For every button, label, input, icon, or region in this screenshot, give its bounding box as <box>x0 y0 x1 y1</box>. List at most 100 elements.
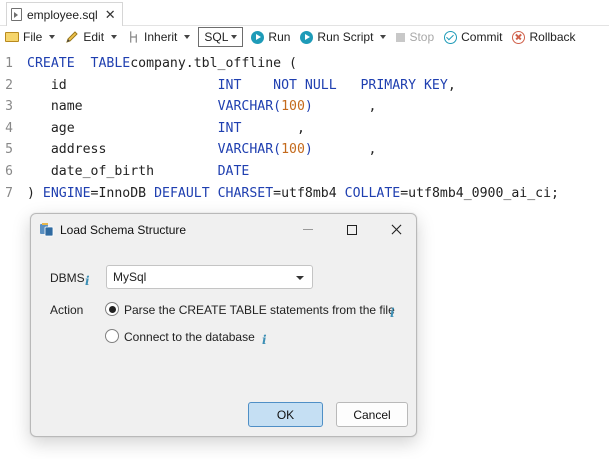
sql-text: address <box>27 142 218 158</box>
sql-dialect-label: SQL <box>204 30 229 44</box>
close-icon <box>391 224 401 235</box>
dialog-title-bar[interactable]: Load Schema Structure <box>31 214 416 245</box>
dbms-select[interactable]: MySql <box>106 265 313 289</box>
sql-number: 100 <box>281 99 305 115</box>
sql-text: id <box>27 77 218 93</box>
sql-keyword: VARCHAR( <box>217 99 282 115</box>
code-line[interactable]: 4 age INT , <box>0 118 609 139</box>
sql-keyword: COLLATE <box>344 185 401 201</box>
code-text: age INT , <box>27 118 305 139</box>
sql-text: ) <box>27 185 43 201</box>
chevron-down-icon <box>380 35 387 39</box>
dbms-selected-value: MySql <box>113 270 147 284</box>
load-schema-dialog: Load Schema Structure DBMS i MySql Actio… <box>30 213 417 437</box>
sql-keyword: ) <box>304 142 313 158</box>
code-line[interactable]: 3 name VARCHAR(100) , <box>0 96 609 117</box>
line-number: 5 <box>5 142 13 158</box>
run-script-label: Run Script <box>317 30 374 44</box>
sql-file-icon <box>11 8 22 21</box>
connect-db-radio[interactable] <box>105 329 119 343</box>
sql-text: =utf8mb4_0900_ai_ci; <box>400 185 559 201</box>
cancel-button[interactable]: Cancel <box>336 402 408 427</box>
connect-db-option-label[interactable]: Connect to the database <box>124 330 255 344</box>
sql-text: age <box>27 120 218 136</box>
code-line[interactable]: 6 date_of_birth DATE <box>0 161 609 182</box>
chevron-down-icon <box>49 35 56 39</box>
run-label: Run <box>268 30 291 44</box>
code-text: address VARCHAR(100) , <box>27 139 377 160</box>
sql-text: , <box>241 120 305 136</box>
close-button[interactable] <box>374 214 416 245</box>
sql-keyword: INT NOT NULL PRIMARY KEY <box>217 77 448 93</box>
line-number: 1 <box>5 56 13 71</box>
sql-text: company.tbl_offline ( <box>130 56 297 71</box>
stop-label: Stop <box>409 30 435 44</box>
edit-menu-button[interactable]: Edit <box>60 26 122 48</box>
maximize-button[interactable] <box>330 214 374 245</box>
run-script-button[interactable]: Run Script <box>295 26 391 48</box>
tab-title: employee.sql <box>27 7 98 22</box>
chevron-down-icon <box>111 35 118 39</box>
code-line[interactable]: 1 CREATE TABLEcompany.tbl_offline ( <box>0 53 609 74</box>
sql-text: name <box>27 99 218 115</box>
close-tab-icon[interactable]: ✕ <box>105 7 116 23</box>
line-number: 3 <box>5 99 13 115</box>
sql-keyword: ENGINE <box>42 185 91 201</box>
file-menu-button[interactable]: File <box>0 26 60 48</box>
line-number: 7 <box>5 185 13 201</box>
code-line[interactable]: 2 id INT NOT NULL PRIMARY KEY, <box>0 75 609 96</box>
sql-keyword: DATE <box>217 164 250 179</box>
sql-text: =InnoDB <box>90 185 155 201</box>
sql-keyword: INT <box>217 120 242 136</box>
file-menu-label: File <box>23 30 43 44</box>
sql-editor[interactable]: 1 CREATE TABLEcompany.tbl_offline (2 id I… <box>0 53 609 213</box>
line-number: 6 <box>5 164 13 179</box>
rollback-button[interactable]: Rollback <box>507 26 580 48</box>
sql-text: , <box>447 77 456 93</box>
play-icon <box>251 30 265 44</box>
tab-employee-sql[interactable]: employee.sql ✕ <box>6 2 123 26</box>
code-text: date_of_birth DATE <box>27 161 250 182</box>
sql-dialect-box[interactable]: SQL <box>198 27 244 47</box>
database-schema-icon <box>40 223 54 237</box>
dialog-title: Load Schema Structure <box>60 223 187 237</box>
stop-button[interactable]: Stop <box>391 26 439 48</box>
commit-button[interactable]: Commit <box>439 26 507 48</box>
sql-number: 100 <box>281 142 305 158</box>
editor-tab-bar: employee.sql ✕ <box>0 0 609 26</box>
action-label: Action <box>50 303 84 317</box>
check-circle-icon <box>444 30 458 44</box>
sql-text: date_of_birth <box>27 164 218 179</box>
edit-menu-label: Edit <box>83 30 105 44</box>
minimize-icon <box>303 229 313 230</box>
sql-keyword: VARCHAR( <box>217 142 282 158</box>
folder-icon <box>5 32 19 42</box>
parse-file-radio[interactable] <box>105 302 119 316</box>
connect-info-icon[interactable]: i <box>262 333 267 347</box>
sql-dialect-select[interactable]: SQL <box>195 26 246 48</box>
play-icon <box>300 30 314 44</box>
ok-button[interactable]: OK <box>248 402 323 427</box>
chevron-down-icon <box>184 35 191 39</box>
code-text: CREATE TABLEcompany.tbl_offline ( <box>27 53 297 74</box>
code-line[interactable]: 7 ) ENGINE=InnoDB DEFAULT CHARSET=utf8mb4… <box>0 183 609 204</box>
minimize-button[interactable] <box>286 214 330 245</box>
chevron-down-icon <box>231 35 238 39</box>
dbms-info-icon[interactable]: i <box>85 274 90 288</box>
sql-text: =utf8mb4 <box>273 185 345 201</box>
code-text: name VARCHAR(100) , <box>27 96 377 117</box>
code-line[interactable]: 5 address VARCHAR(100) , <box>0 139 609 160</box>
maximize-icon <box>347 224 357 235</box>
chevron-down-icon <box>296 276 304 280</box>
parse-file-option-label[interactable]: Parse the CREATE TABLE statements from t… <box>124 303 395 317</box>
code-text: id INT NOT NULL PRIMARY KEY, <box>27 75 456 96</box>
commit-label: Commit <box>461 30 503 44</box>
sql-keyword: ) <box>304 99 313 115</box>
run-button[interactable]: Run <box>246 26 295 48</box>
stop-icon <box>396 32 406 42</box>
dbms-label: DBMS <box>50 271 85 285</box>
code-text: ) ENGINE=InnoDB DEFAULT CHARSET=utf8mb4 … <box>27 183 559 204</box>
parse-info-icon[interactable]: i <box>390 306 395 320</box>
inherit-menu-button[interactable]: Inherit <box>122 26 195 48</box>
sql-text: , <box>312 99 377 115</box>
